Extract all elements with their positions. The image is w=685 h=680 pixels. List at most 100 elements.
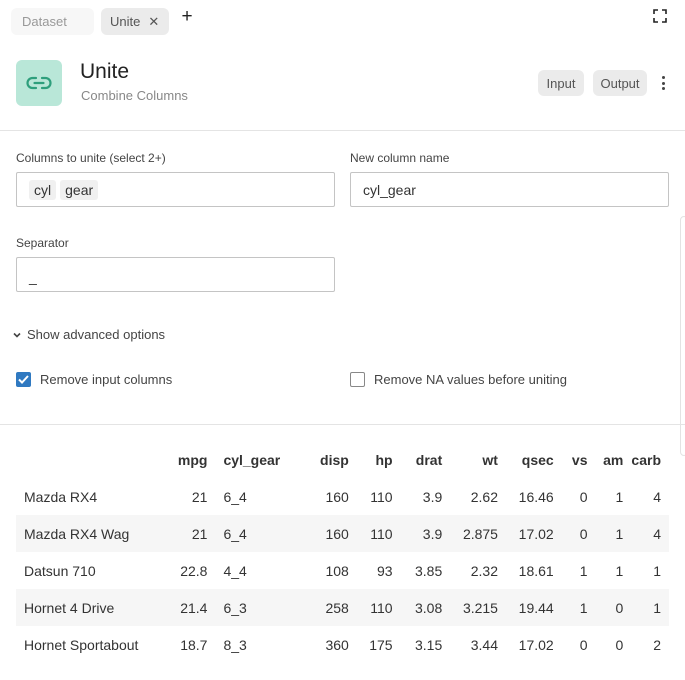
table-cell: 4 [653,488,661,505]
table-cell: 22.8 [180,562,208,579]
column-header[interactable]: mpg [163,441,216,478]
new-column-name-input[interactable]: cyl_gear [350,172,669,207]
table-cell: Datsun 710 [24,562,96,579]
column-header[interactable]: drat [401,441,451,478]
column-chip-gear[interactable]: gear [60,179,99,200]
table-cell: Mazda RX4 [24,488,98,505]
tab-unite-label: Unite [110,14,141,29]
table-cell: 360 [325,636,349,653]
table-cell: 2.875 [450,515,506,552]
table-cell: 3.85 [415,562,443,579]
table-cell: 0 [595,589,632,626]
tab-dataset-label: Dataset [22,14,67,29]
table-cell: 0 [579,636,588,653]
table-cell: 160 [325,488,349,505]
table-cell: 110 [356,589,401,626]
show-advanced-options-label: Show advanced options [27,327,166,342]
table-cell: 16.46 [518,488,554,505]
table-cell: 3.15 [415,636,443,653]
input-button[interactable]: Input [538,70,584,96]
table-row: Hornet Sportabout 18.7 8_3 360 175 3.15 … [16,626,669,663]
column-header[interactable]: disp [295,441,357,478]
columns-label: Columns to unite (select 2+) [16,151,166,165]
table-cell: 17.02 [505,515,562,552]
link-icon [26,76,52,90]
column-header[interactable]: qsec [506,441,562,478]
columns-select[interactable]: cyl gear [16,172,335,207]
add-tab-button[interactable]: + [178,6,196,28]
table-cell: 1 [561,589,596,626]
column-header[interactable]: carb [631,441,669,478]
remove-na-row[interactable]: Remove NA values before uniting [350,372,567,387]
table-cell: 93 [376,562,393,579]
table-cell: 6_4 [215,515,296,552]
separator-label: Separator [16,236,69,250]
remove-input-columns-label: Remove input columns [40,372,173,387]
column-header[interactable] [16,441,163,478]
unite-app-icon [16,60,62,106]
column-header[interactable]: vs [562,441,596,478]
table-cell: 8_3 [223,636,247,653]
column-chip-cyl[interactable]: cyl [29,179,57,200]
table-cell: 175 [369,636,393,653]
table-cell: 110 [370,488,393,505]
remove-na-label: Remove NA values before uniting [374,372,567,387]
table-row: Mazda RX4 Wag 21 6_4 160 110 3.9 2.875 1… [16,515,669,552]
column-header[interactable]: hp [357,441,401,478]
table-cell: 0 [615,636,624,653]
show-advanced-options-toggle[interactable]: Show advanced options [13,327,165,342]
table-cell: 17.02 [518,636,554,653]
table-cell: 21 [162,515,216,552]
table-cell: 1 [653,562,661,579]
header-divider [0,130,685,131]
table-cell: 1 [595,515,632,552]
table-cell: 0 [561,515,596,552]
table-cell: 21 [191,488,208,505]
table-cell: 3.215 [450,589,506,626]
table-cell: 18.61 [518,562,554,579]
table-cell: 1 [631,589,669,626]
table-cell: Hornet 4 Drive [16,589,163,626]
output-button[interactable]: Output [593,70,647,96]
table-row: Mazda RX4 21 6_4 160 110 3.9 2.62 16.46 … [16,478,669,515]
table-cell: 2 [653,636,661,653]
new-column-name-label: New column name [350,151,450,165]
checkmark-icon [18,375,29,384]
remove-input-columns-row[interactable]: Remove input columns [16,372,172,387]
remove-input-columns-checkbox[interactable] [16,372,31,387]
column-header[interactable]: wt [450,441,506,478]
table-cell: 3.44 [470,636,498,653]
table-cell: 1 [615,488,624,505]
side-panel-handle[interactable] [680,216,685,456]
table-cell: 2.62 [470,488,498,505]
table-cell: 6_3 [215,589,296,626]
remove-na-checkbox[interactable] [350,372,365,387]
tab-dataset[interactable]: Dataset [11,8,94,35]
table-cell: 3.08 [400,589,451,626]
table-cell: 19.44 [505,589,562,626]
new-column-name-value: cyl_gear [363,181,416,198]
table-cell: 4_4 [223,562,247,579]
page-subtitle: Combine Columns [81,88,188,103]
tab-bar: Dataset Unite ✕ + [0,0,685,46]
table-cell: 6_4 [223,488,247,505]
separator-input[interactable]: _ [16,257,335,292]
fullscreen-icon[interactable] [653,9,667,23]
table-row: Hornet 4 Drive 21.4 6_3 258 110 3.08 3.2… [16,589,669,626]
table-cell: 3.9 [400,515,451,552]
column-header[interactable]: am [596,441,632,478]
separator-value: _ [29,268,37,285]
table-cell: 21.4 [162,589,216,626]
table-row: Datsun 710 22.8 4_4 108 93 3.85 2.32 18.… [16,552,669,589]
table-cell: 1 [579,562,588,579]
preview-table: mpg cyl_gear disp hp drat wt qsec vs am … [16,441,669,663]
table-cell: 18.7 [180,636,208,653]
form-divider [0,424,685,425]
more-options-icon[interactable] [658,74,668,92]
close-icon[interactable]: ✕ [148,14,159,30]
table-header-row: mpg cyl_gear disp hp drat wt qsec vs am … [16,441,669,478]
table-cell: 2.32 [470,562,498,579]
table-cell: 110 [356,515,401,552]
column-header[interactable]: cyl_gear [215,441,295,478]
tab-unite[interactable]: Unite ✕ [101,8,169,35]
